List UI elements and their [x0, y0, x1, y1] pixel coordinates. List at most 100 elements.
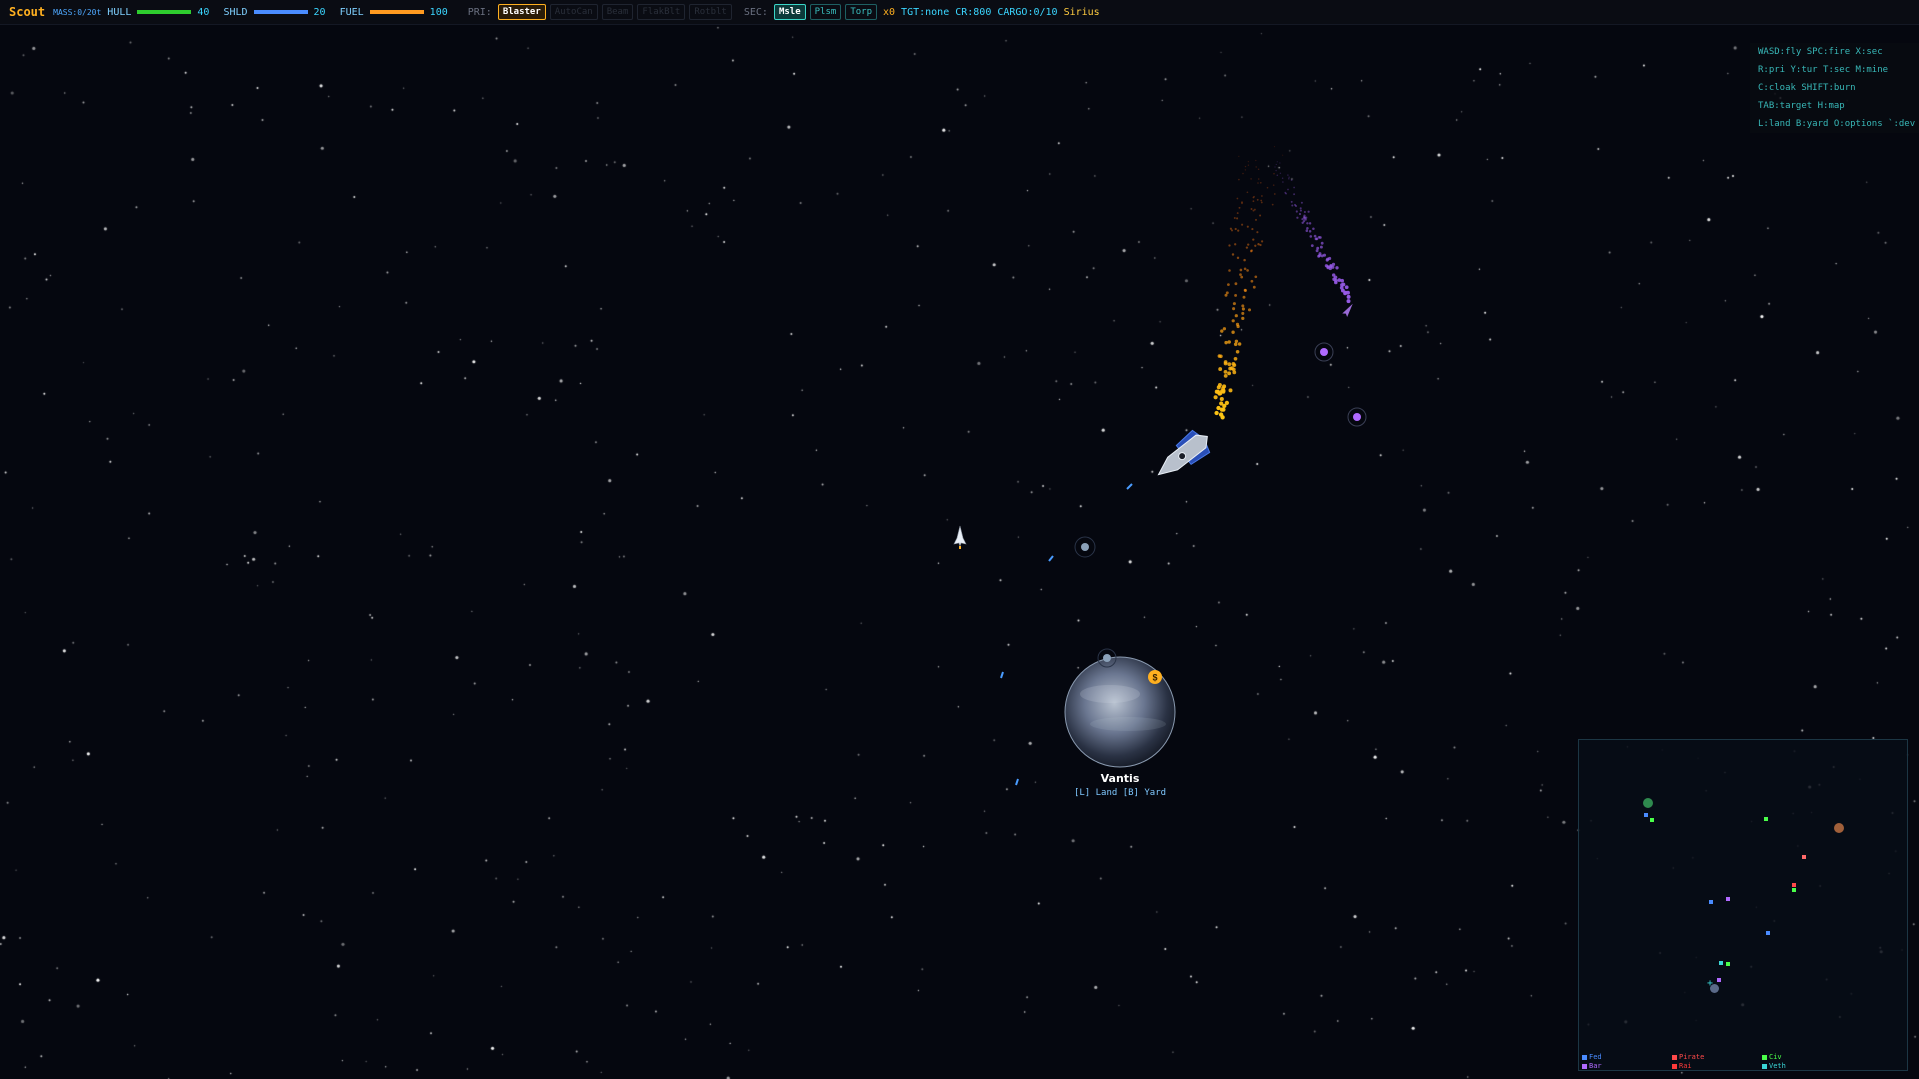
- exhaust-particle: [1346, 299, 1351, 304]
- minimap-ship-icon: [1792, 883, 1796, 887]
- exhaust-particle: [1220, 415, 1225, 420]
- blaster-bolt: [1126, 483, 1133, 490]
- controls-help: WASD:fly SPC:fire X:sec R:pri Y:tur T:se…: [1750, 43, 1919, 133]
- cruiser-ship-icon[interactable]: [1150, 425, 1216, 485]
- legend-swatch: [1582, 1054, 1587, 1060]
- exhaust-particle: [1257, 182, 1259, 184]
- exhaust-particle: [1255, 166, 1257, 168]
- secondary-weapon-plsm-button[interactable]: Plsm: [809, 4, 842, 20]
- exhaust-particle: [1241, 316, 1245, 321]
- exhaust-particle: [1231, 330, 1235, 334]
- legend-swatch: [1672, 1063, 1677, 1069]
- legend-label: Pirate: [1679, 1053, 1705, 1061]
- exhaust-particle: [1255, 159, 1257, 162]
- primary-weapon-blaster-button[interactable]: Blaster: [497, 4, 546, 20]
- mine-icon[interactable]: [1347, 407, 1367, 427]
- game-viewport[interactable]: $ Vantis [L] Land [B] Yard Scout MASS:0/…: [0, 0, 1919, 1079]
- exhaust-particle: [1302, 220, 1306, 223]
- primary-weapons: Blaster AutoCan Beam FlakBlt Rotblt: [497, 4, 732, 20]
- exhaust-particle: [1234, 243, 1237, 246]
- exhaust-particle: [1290, 200, 1293, 203]
- legend-swatch: [1582, 1063, 1587, 1069]
- exhaust-particle: [1314, 237, 1318, 241]
- ship-name: Scout: [9, 5, 46, 19]
- exhaust-particle: [1235, 322, 1240, 327]
- exhaust-particle: [1329, 263, 1333, 268]
- exhaust-particle: [1257, 178, 1260, 180]
- exhaust-particle: [1231, 253, 1235, 256]
- exhaust-particle: [1293, 193, 1296, 196]
- exhaust-particle: [1252, 238, 1255, 241]
- mine-icon[interactable]: [1314, 342, 1334, 362]
- minimap-ship-icon: [1802, 855, 1806, 859]
- exhaust-particle: [1303, 216, 1306, 219]
- primary-weapon-beam-button[interactable]: Beam: [601, 4, 634, 20]
- exhaust-particle: [1218, 367, 1223, 372]
- primary-weapon-rotblt-button[interactable]: Rotblt: [689, 4, 732, 20]
- secondary-weapon-msle-button[interactable]: Msle: [773, 4, 806, 20]
- exhaust-particle: [1216, 405, 1221, 411]
- exhaust-particle: [1247, 164, 1250, 166]
- trade-icon[interactable]: $: [1148, 670, 1162, 684]
- legend-label: Bar: [1589, 1062, 1602, 1070]
- exhaust-particle: [1301, 217, 1304, 221]
- exhaust-particle: [1242, 295, 1246, 299]
- blaster-bolt: [1015, 778, 1019, 786]
- minimap-ship-icon: [1792, 888, 1796, 892]
- exhaust-particle: [1228, 269, 1231, 272]
- exhaust-particle: [1241, 307, 1245, 311]
- exhaust-particle: [1245, 246, 1249, 249]
- exhaust-particle: [1254, 244, 1257, 247]
- exhaust-particle: [1339, 285, 1344, 290]
- exhaust-particle: [1259, 181, 1262, 184]
- help-line: WASD:fly SPC:fire X:sec: [1758, 47, 1883, 57]
- exhaust-particle: [1236, 217, 1239, 220]
- exhaust-particle: [1306, 222, 1309, 225]
- exhaust-particle: [1246, 191, 1249, 194]
- exhaust-particle: [1223, 361, 1228, 366]
- exhaust-particle: [1227, 371, 1232, 376]
- exhaust-particle: [1246, 269, 1249, 272]
- exhaust-particle: [1227, 340, 1231, 344]
- exhaust-particle: [1240, 275, 1244, 279]
- minimap[interactable]: + Fed Pirate Civ Bar Rai Veth: [1578, 739, 1908, 1071]
- enemy-missile-icon[interactable]: [1342, 302, 1355, 317]
- exhaust-particle: [1324, 264, 1329, 268]
- exhaust-particle: [1214, 410, 1219, 416]
- shield-value: 20: [313, 6, 326, 18]
- player-ship-icon[interactable]: [953, 525, 967, 549]
- exhaust-particle: [1261, 195, 1263, 197]
- exhaust-particle: [1276, 161, 1278, 163]
- exhaust-particle: [1227, 283, 1230, 286]
- help-line: L:land B:yard O:options `:dev: [1758, 119, 1916, 129]
- exhaust-particle: [1241, 201, 1243, 204]
- exhaust-particle: [1244, 289, 1247, 292]
- secondary-weapons: Msle Plsm Torp: [773, 4, 877, 20]
- legend-label: Rai: [1679, 1062, 1692, 1070]
- legend-swatch: [1762, 1063, 1767, 1069]
- exhaust-particle: [1247, 160, 1250, 163]
- exhaust-particle: [1252, 285, 1256, 289]
- exhaust-particle: [1328, 256, 1332, 261]
- exhaust-particle: [1282, 181, 1284, 183]
- exhaust-particle: [1229, 366, 1234, 371]
- exhaust-particle: [1281, 177, 1284, 179]
- exhaust-particle: [1322, 253, 1327, 257]
- planet-actions-hint: [L] Land [B] Yard: [1073, 788, 1167, 798]
- primary-weapon-flakblt-button[interactable]: FlakBlt: [637, 4, 686, 20]
- asteroid-icon[interactable]: [1074, 536, 1096, 558]
- legend-label: Fed: [1589, 1053, 1602, 1061]
- secondary-weapon-torp-button[interactable]: Torp: [845, 4, 877, 20]
- exhaust-particle: [1271, 203, 1274, 206]
- exhaust-particle: [1230, 229, 1234, 232]
- minimap-ship-icon: [1726, 897, 1730, 901]
- exhaust-particle: [1252, 200, 1255, 203]
- exhaust-particle: [1315, 249, 1319, 253]
- primary-weapon-autocan-button[interactable]: AutoCan: [549, 4, 598, 20]
- exhaust-particle: [1244, 169, 1247, 171]
- exhaust-particle: [1287, 188, 1289, 191]
- legend-item-bar: Bar: [1582, 1062, 1602, 1070]
- help-line: C:cloak SHIFT:burn: [1758, 83, 1856, 93]
- secondary-label: SEC:: [743, 6, 768, 18]
- exhaust-particle: [1241, 311, 1245, 315]
